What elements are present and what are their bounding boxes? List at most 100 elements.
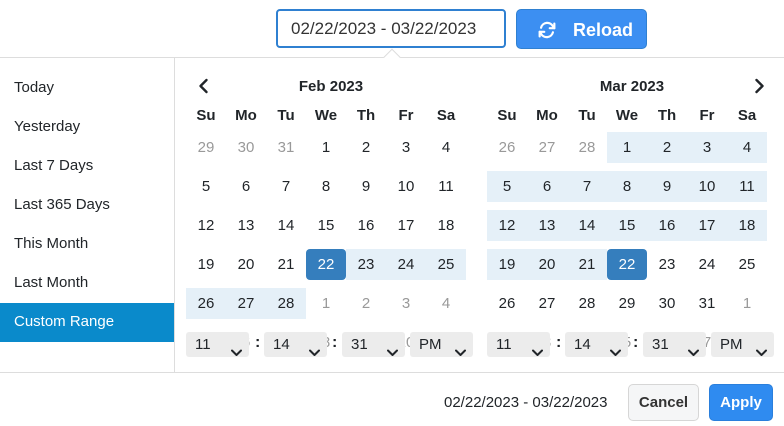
day-cell[interactable]: 19: [186, 249, 226, 280]
date-range-input[interactable]: [276, 9, 506, 48]
minute-value: 14: [574, 336, 591, 353]
day-cell[interactable]: 15: [306, 210, 346, 241]
day-cell[interactable]: 17: [687, 210, 727, 241]
day-cell[interactable]: 27: [527, 132, 567, 163]
day-cell[interactable]: 11: [727, 171, 767, 202]
range-item-last-365-days[interactable]: Last 365 Days: [0, 186, 174, 225]
day-cell[interactable]: 12: [186, 210, 226, 241]
day-cell[interactable]: 26: [487, 132, 527, 163]
day-cell[interactable]: 27: [226, 288, 266, 319]
ranges-divider: [174, 58, 175, 373]
day-cell[interactable]: 5: [186, 171, 226, 202]
apply-button[interactable]: Apply: [709, 384, 773, 421]
time-separator: :: [633, 334, 639, 351]
day-cell[interactable]: 21: [567, 249, 607, 280]
day-cell[interactable]: 30: [647, 288, 687, 319]
day-cell[interactable]: 15: [607, 210, 647, 241]
day-cell[interactable]: 23: [647, 249, 687, 280]
day-cell[interactable]: 13: [527, 210, 567, 241]
day-cell[interactable]: 14: [266, 210, 306, 241]
day-cell[interactable]: 31: [266, 132, 306, 163]
second-select[interactable]: 31: [342, 332, 405, 357]
day-cell[interactable]: 4: [727, 132, 767, 163]
day-cell[interactable]: 3: [687, 132, 727, 163]
day-cell[interactable]: 28: [567, 132, 607, 163]
day-cell[interactable]: 2: [647, 132, 687, 163]
day-cell[interactable]: 9: [346, 171, 386, 202]
day-cell[interactable]: 18: [426, 210, 466, 241]
day-cell[interactable]: 1: [306, 132, 346, 163]
day-cell[interactable]: 5: [487, 171, 527, 202]
day-cell[interactable]: 6: [527, 171, 567, 202]
range-item-last-7-days[interactable]: Last 7 Days: [0, 147, 174, 186]
day-cell[interactable]: 24: [687, 249, 727, 280]
hour-value: 11: [195, 336, 211, 353]
day-cell[interactable]: 21: [266, 249, 306, 280]
day-cell[interactable]: 9: [647, 171, 687, 202]
day-cell[interactable]: 7: [567, 171, 607, 202]
day-cell[interactable]: 25: [727, 249, 767, 280]
selected-range-text: 02/22/2023 - 03/22/2023: [444, 394, 608, 411]
range-item-yesterday[interactable]: Yesterday: [0, 108, 174, 147]
day-cell[interactable]: 10: [386, 171, 426, 202]
weekday-header: Fr: [699, 107, 715, 124]
day-cell[interactable]: 19: [487, 249, 527, 280]
day-cell[interactable]: 30: [226, 132, 266, 163]
day-cell[interactable]: 13: [226, 210, 266, 241]
day-cell[interactable]: 4: [426, 288, 466, 319]
day-cell[interactable]: 20: [527, 249, 567, 280]
day-cell[interactable]: 12: [487, 210, 527, 241]
day-cell[interactable]: 26: [487, 288, 527, 319]
day-cell[interactable]: 29: [607, 288, 647, 319]
range-item-last-month[interactable]: Last Month: [0, 264, 174, 303]
day-cell[interactable]: 11: [426, 171, 466, 202]
day-cell[interactable]: 25: [426, 249, 466, 280]
day-cell[interactable]: 1: [306, 288, 346, 319]
day-cell[interactable]: 26: [186, 288, 226, 319]
weekday-header: Mo: [536, 107, 558, 124]
range-item-this-month[interactable]: This Month: [0, 225, 174, 264]
day-cell[interactable]: 22: [607, 249, 647, 280]
day-cell[interactable]: 6: [226, 171, 266, 202]
minute-select[interactable]: 14: [565, 332, 628, 357]
day-cell[interactable]: 20: [226, 249, 266, 280]
day-cell[interactable]: 1: [727, 288, 767, 319]
day-cell[interactable]: 2: [346, 288, 386, 319]
calendar-right: Mar 2023 Su Mo Tu We Th Fr Sa 26 27 28 1 2 3 4 5 6 7 8 9 10…: [487, 58, 777, 366]
day-cell[interactable]: 31: [687, 288, 727, 319]
second-select[interactable]: 31: [643, 332, 706, 357]
day-cell[interactable]: 27: [527, 288, 567, 319]
day-cell[interactable]: 8: [607, 171, 647, 202]
day-cell[interactable]: 28: [266, 288, 306, 319]
day-cell[interactable]: 8: [306, 171, 346, 202]
day-cell[interactable]: 16: [346, 210, 386, 241]
day-cell[interactable]: 3: [386, 132, 426, 163]
day-cell[interactable]: 2: [346, 132, 386, 163]
ampm-select[interactable]: PM: [410, 332, 473, 357]
day-cell[interactable]: 18: [727, 210, 767, 241]
ampm-select[interactable]: PM: [711, 332, 774, 357]
day-cell[interactable]: 1: [607, 132, 647, 163]
minute-select[interactable]: 14: [264, 332, 327, 357]
next-month-icon[interactable]: [749, 76, 769, 96]
days-grid: Su Mo Tu We Th Fr Sa 29 30 31 1 2 3 4 5 6 7 8 9 10 11 12 13 14 1…: [186, 100, 466, 366]
hour-select[interactable]: 11: [487, 332, 550, 357]
range-item-today[interactable]: Today: [0, 69, 174, 108]
day-cell[interactable]: 3: [386, 288, 426, 319]
day-cell[interactable]: 7: [266, 171, 306, 202]
day-cell[interactable]: 10: [687, 171, 727, 202]
hour-select[interactable]: 11: [186, 332, 249, 357]
day-cell[interactable]: 22: [306, 249, 346, 280]
day-cell[interactable]: 29: [186, 132, 226, 163]
day-cell[interactable]: 14: [567, 210, 607, 241]
day-cell[interactable]: 28: [567, 288, 607, 319]
reload-button[interactable]: Reload: [516, 9, 647, 49]
cancel-button[interactable]: Cancel: [628, 384, 699, 421]
day-cell[interactable]: 16: [647, 210, 687, 241]
day-cell[interactable]: 4: [426, 132, 466, 163]
range-item-custom-range[interactable]: Custom Range: [0, 303, 174, 342]
weekday-header: Sa: [436, 107, 456, 124]
day-cell[interactable]: 17: [386, 210, 426, 241]
day-cell[interactable]: 24: [386, 249, 426, 280]
day-cell[interactable]: 23: [346, 249, 386, 280]
